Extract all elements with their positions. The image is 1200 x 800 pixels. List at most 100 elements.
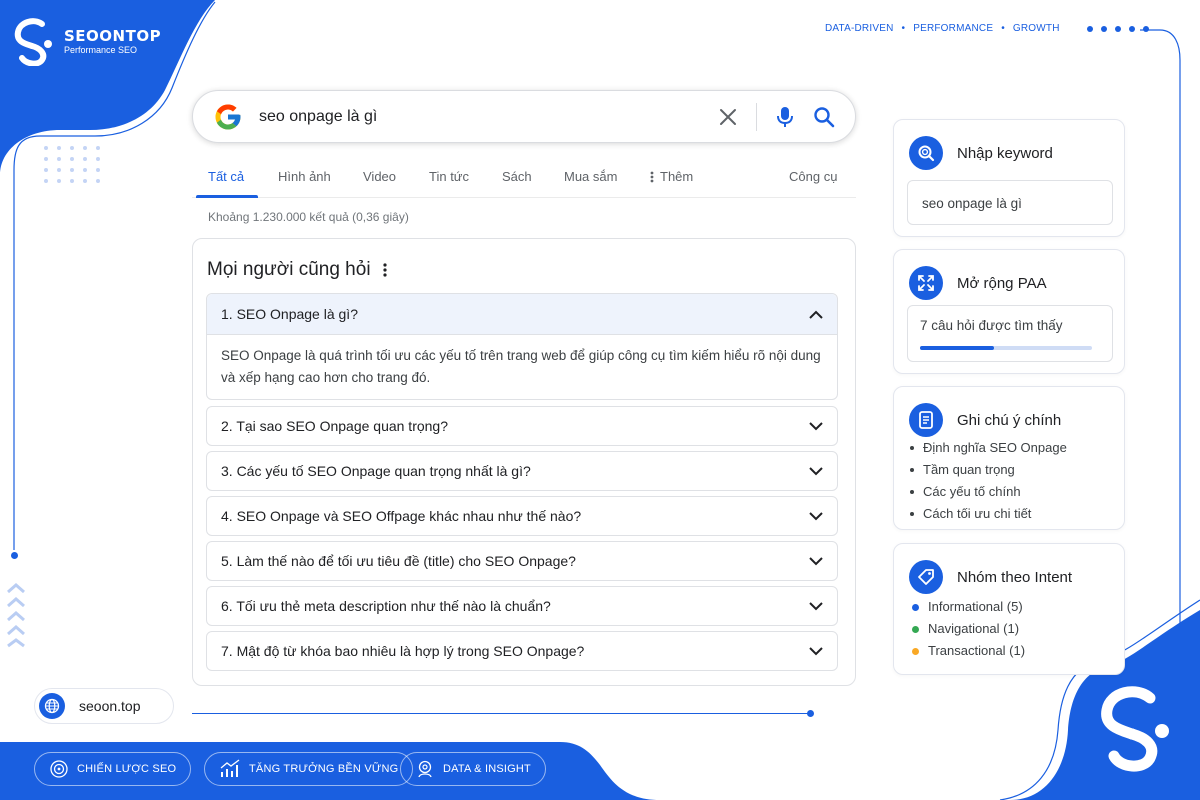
paa-question-row[interactable]: 1. SEO Onpage là gì? (207, 294, 837, 335)
chevron-down-icon[interactable] (809, 601, 823, 611)
intent-card: Nhóm theo Intent Informational (5) Navig… (893, 543, 1125, 675)
result-stats: Khoảng 1.230.000 kết quả (0,36 giây) (208, 210, 409, 224)
tab-images[interactable]: Hình ảnh (278, 169, 331, 184)
chevron-down-icon[interactable] (809, 421, 823, 431)
paa-status-text: 7 câu hỏi được tìm thấy (920, 318, 1063, 333)
brand-logo[interactable]: SEOONTOP Performance SEO (12, 16, 161, 66)
divider (756, 102, 757, 131)
tab-more[interactable]: Thêm (650, 169, 693, 184)
decorative-dot (807, 710, 814, 717)
legend-dot (912, 603, 919, 611)
tab-books[interactable]: Sách (502, 169, 532, 184)
intent-item[interactable]: Navigational (1) (912, 618, 1025, 640)
paa-question-text: 1. SEO Onpage là gì? (221, 306, 358, 322)
growth-pill[interactable]: TĂNG TRƯỞNG BỀN VỮNG (204, 752, 414, 786)
decorative-dot-grid (44, 146, 101, 183)
people-also-ask-panel: Mọi người cũng hỏi 1. SEO Onpage là gì? … (192, 238, 856, 686)
paa-status-box: 7 câu hỏi được tìm thấy (907, 305, 1113, 362)
strategy-pill[interactable]: CHIẾN LƯỢC SEO (34, 752, 192, 786)
intent-label: Transactional (1) (928, 643, 1026, 658)
decorative-dot (11, 552, 18, 559)
more-vertical-icon[interactable] (382, 263, 387, 277)
brand-tagline: Performance SEO (64, 44, 138, 55)
paa-question-text: 6. Tối ưu thẻ meta description như thế n… (221, 598, 551, 614)
chevron-up-icon[interactable] (809, 310, 823, 319)
keyword-input[interactable]: seo onpage là gì (907, 180, 1113, 225)
search-tabs: Tất cả Hình ảnh Video Tin tức Sách Mua s… (192, 162, 856, 198)
list-item: Cách tối ưu chi tiết (910, 503, 1067, 525)
paa-question[interactable]: 6. Tối ưu thẻ meta description như thế n… (206, 586, 838, 626)
tab-all[interactable]: Tất cả (208, 169, 244, 184)
tab-news[interactable]: Tin tức (429, 169, 469, 184)
legend-dot (912, 647, 919, 655)
notes-card: Ghi chú ý chính Định nghĩa SEO Onpage Tầ… (893, 386, 1125, 530)
tagline-separator: • (901, 23, 906, 34)
tagline-separator: • (1001, 23, 1005, 34)
search-input[interactable]: seo onpage là gì (259, 108, 718, 126)
logo-mark-icon (14, 18, 52, 66)
pill-label: CHIẾN LƯỢC SEO (77, 763, 177, 775)
tagline-item: GROWTH (1012, 23, 1060, 34)
intent-label: Informational (5) (928, 599, 1023, 614)
list-item: Tầm quan trọng (910, 459, 1067, 481)
search-icon (909, 136, 943, 170)
intent-item[interactable]: Transactional (1) (912, 640, 1025, 662)
mic-icon[interactable] (775, 106, 795, 128)
pill-label: TĂNG TRƯỞNG BỀN VỮNG (249, 763, 399, 775)
chevron-down-icon[interactable] (809, 646, 823, 656)
top-tagline: DATA-DRIVEN • PERFORMANCE • GROWTH (825, 23, 1060, 34)
paa-question-text: 4. SEO Onpage và SEO Offpage khác nhau n… (221, 508, 582, 524)
list-item: Các yếu tố chính (910, 481, 1067, 503)
paa-question[interactable]: 3. Các yếu tố SEO Onpage quan trọng nhất… (206, 451, 838, 491)
intent-label: Navigational (1) (928, 621, 1020, 636)
tab-video[interactable]: Video (363, 169, 396, 184)
tab-more-label: Thêm (660, 169, 694, 184)
paa-question[interactable]: 1. SEO Onpage là gì? SEO Onpage là quá t… (206, 293, 838, 400)
paa-title: Mọi người cũng hỏi (207, 259, 371, 280)
paa-question-text: 3. Các yếu tố SEO Onpage quan trọng nhất… (221, 463, 531, 479)
chevron-down-icon[interactable] (809, 511, 823, 521)
clear-icon[interactable] (718, 107, 738, 127)
large-logo-mark-icon (1101, 686, 1169, 772)
card-title: Nhập keyword (957, 144, 1053, 162)
paa-question-text: 7. Mật độ từ khóa bao nhiêu là hợp lý tr… (221, 643, 585, 659)
list-item: Định nghĩa SEO Onpage (910, 437, 1067, 459)
growth-chart-icon (220, 759, 240, 777)
more-vertical-icon (650, 171, 654, 182)
paa-question[interactable]: 4. SEO Onpage và SEO Offpage khác nhau n… (206, 496, 838, 536)
divider-line (192, 713, 810, 714)
tagline-item: PERFORMANCE (913, 23, 994, 34)
keyword-card: Nhập keyword seo onpage là gì (893, 119, 1125, 237)
insight-pill[interactable]: DATA & INSIGHT (400, 752, 546, 786)
search-icon[interactable] (813, 106, 835, 128)
globe-icon (39, 693, 65, 719)
chevron-down-icon[interactable] (809, 466, 823, 476)
note-icon (909, 403, 943, 437)
paa-question-text: 5. Làm thế nào để tối ưu tiêu đề (title)… (221, 553, 576, 569)
tag-icon (909, 560, 943, 594)
pill-label: DATA & INSIGHT (443, 763, 531, 775)
paa-question[interactable]: 7. Mật độ từ khóa bao nhiêu là hợp lý tr… (206, 631, 838, 671)
chevron-up-stack-icon (7, 583, 25, 648)
legend-dot (912, 625, 919, 633)
tagline-item: DATA-DRIVEN (825, 23, 894, 34)
chevron-down-icon[interactable] (809, 556, 823, 566)
expand-paa-card: Mở rộng PAA 7 câu hỏi được tìm thấy (893, 249, 1125, 374)
tab-tools[interactable]: Công cụ (789, 169, 837, 184)
paa-question-text: 2. Tại sao SEO Onpage quan trọng? (221, 418, 449, 434)
website-link[interactable]: seoon.top (34, 688, 174, 724)
paa-progress-fill (920, 346, 994, 350)
website-url: seoon.top (79, 698, 141, 714)
brand-name: SEOONTOP (64, 26, 162, 45)
paa-question[interactable]: 2. Tại sao SEO Onpage quan trọng? (206, 406, 838, 446)
search-bar[interactable]: seo onpage là gì (192, 90, 856, 143)
intent-item[interactable]: Informational (5) (912, 596, 1025, 618)
decorative-dots (1087, 26, 1149, 32)
card-title: Ghi chú ý chính (957, 411, 1062, 429)
paa-question[interactable]: 5. Làm thế nào để tối ưu tiêu đề (title)… (206, 541, 838, 581)
google-logo-icon (215, 104, 241, 129)
notes-list: Định nghĩa SEO Onpage Tầm quan trọng Các… (910, 437, 1067, 525)
expand-icon (909, 266, 943, 300)
tab-shopping[interactable]: Mua sắm (564, 169, 617, 184)
intent-list: Informational (5) Navigational (1) Trans… (912, 596, 1025, 662)
